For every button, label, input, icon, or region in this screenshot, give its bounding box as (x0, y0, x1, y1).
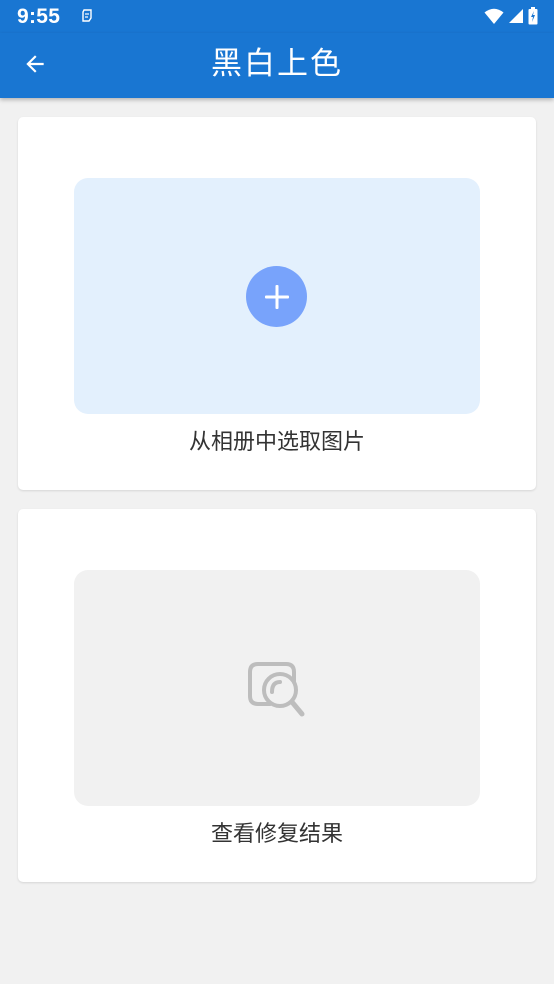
back-button[interactable] (12, 41, 58, 87)
sim-notification-icon (82, 9, 92, 22)
pick-image-label: 从相册中选取图片 (188, 430, 365, 455)
pick-image-card[interactable]: 从相册中选取图片 (18, 117, 536, 490)
battery-icon (528, 7, 538, 25)
view-result-card[interactable]: 查看修复结果 (18, 509, 536, 882)
result-preview-area[interactable] (74, 570, 480, 806)
page-title: 黑白上色 (211, 46, 343, 82)
status-icons (484, 6, 538, 26)
status-bar: 9:55 (0, 0, 554, 33)
image-search-icon (248, 662, 305, 717)
pick-image-area[interactable] (74, 178, 480, 414)
status-time: 9:55 (17, 5, 61, 28)
arrow-back-icon (26, 55, 44, 73)
add-icon (264, 284, 289, 309)
view-result-label: 查看修复结果 (210, 822, 343, 847)
app-bar: 黑白上色 (0, 33, 554, 98)
add-image-button[interactable] (246, 266, 307, 327)
wifi-icon (484, 8, 504, 24)
cell-signal-icon (509, 9, 523, 23)
